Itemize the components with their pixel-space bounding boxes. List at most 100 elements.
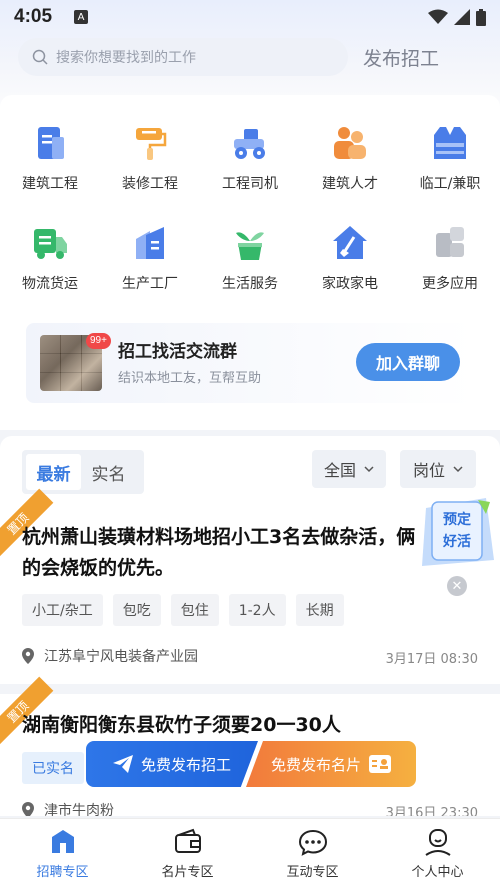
system-icons	[428, 8, 486, 26]
house-broom-icon	[333, 226, 367, 259]
category-factory[interactable]: 生产工厂	[100, 223, 200, 293]
category-label: 工程司机	[222, 176, 278, 192]
publish-job-button[interactable]: 免费发布招工	[86, 741, 258, 787]
category-label: 生产工厂	[122, 276, 178, 292]
category-decoration[interactable]: 装修工程	[100, 123, 200, 193]
category-building[interactable]: 建筑工程	[0, 123, 100, 193]
verified-tag: 已实名	[22, 752, 84, 784]
group-chat-card[interactable]: 99+ 招工找活交流群 结识本地工友，互帮互助 加入群聊	[26, 323, 474, 403]
publish-job-label: 免费发布招工	[140, 755, 231, 774]
search-row: 搜索你想要找到的工作 发布招工	[18, 38, 488, 76]
job-location-text: 津市牛肉粉	[44, 803, 114, 816]
nav-interact[interactable]: 互动专区	[250, 819, 375, 888]
divider	[0, 684, 500, 694]
user-icon	[424, 829, 451, 856]
tab-latest[interactable]: 最新	[26, 454, 81, 490]
nav-label: 互动专区	[286, 865, 339, 880]
job-location-text: 江苏阜宁风电装备产业园	[44, 649, 198, 665]
paint-roller-icon	[136, 128, 167, 160]
unread-badge: 99+	[86, 333, 111, 349]
search-input[interactable]: 搜索你想要找到的工作	[18, 38, 348, 76]
position-filter-label: 岗位	[412, 461, 445, 480]
job-tag: 包住	[170, 594, 219, 626]
float-line2: 好活	[442, 533, 471, 550]
wallet-icon	[174, 828, 201, 853]
truck-icon	[34, 229, 67, 259]
publish-job-link[interactable]: 发布招工	[363, 44, 439, 71]
category-label: 家政家电	[322, 276, 378, 292]
category-more[interactable]: 更多应用	[400, 223, 500, 293]
chevron-down-icon	[364, 466, 374, 473]
book-job-float[interactable]: 预定 好活	[418, 494, 494, 568]
more-icon	[436, 227, 464, 257]
category-label: 建筑人才	[322, 176, 378, 192]
job-title: 湖南衡阳衡东县砍竹子须要20一30人	[22, 714, 341, 736]
nav-label: 个人中心	[411, 865, 464, 880]
list-tabs: 最新 实名	[22, 450, 144, 494]
status-bar: 4:05 A	[0, 0, 500, 34]
job-tag: 包吃	[112, 594, 161, 626]
status-time: 4:05	[14, 6, 53, 27]
bottom-nav: 招聘专区 名片专区 互动专区 个人中心	[0, 818, 500, 888]
region-filter[interactable]: 全国	[312, 450, 386, 488]
publish-card-button[interactable]: 免费发布名片	[246, 741, 416, 787]
close-icon[interactable]: ✕	[447, 576, 467, 596]
category-driver[interactable]: 工程司机	[200, 123, 300, 193]
region-filter-label: 全国	[323, 461, 356, 480]
search-placeholder: 搜索你想要找到的工作	[56, 50, 196, 66]
job-tag: 小工/杂工	[22, 594, 103, 626]
join-group-button[interactable]: 加入群聊	[356, 343, 460, 381]
tab-verified[interactable]: 实名	[81, 454, 136, 490]
signal-icon	[454, 9, 470, 25]
battery-icon	[476, 8, 486, 26]
float-line1: 预定	[443, 511, 471, 528]
book-job-badge-icon: 预定 好活	[422, 498, 494, 566]
building-icon	[38, 127, 64, 159]
location-pin-icon	[22, 802, 34, 816]
id-card-icon	[369, 755, 391, 773]
job-tag: 1-2人	[228, 594, 286, 626]
tractor-icon	[234, 129, 265, 159]
job-tags: 已实名	[22, 752, 84, 784]
category-label: 建筑工程	[22, 176, 78, 192]
category-panel: 建筑工程 装修工程 工程司机 建筑人才 临工/兼职 物流货运 生产工厂 生活服务…	[0, 95, 500, 425]
nav-label: 招聘专区	[36, 865, 89, 880]
job-time: 3月17日 08:30	[385, 652, 478, 667]
category-life-service[interactable]: 生活服务	[200, 223, 300, 293]
factory-icon	[136, 227, 164, 259]
position-filter[interactable]: 岗位	[400, 450, 476, 488]
job-location: 江苏阜宁风电装备产业园	[22, 646, 198, 666]
category-logistics[interactable]: 物流货运	[0, 223, 100, 293]
nav-profile[interactable]: 个人中心	[375, 819, 500, 888]
publish-card-label: 免费发布名片	[270, 755, 361, 774]
group-subtitle: 结识本地工友，互帮互助	[118, 371, 262, 386]
category-label: 更多应用	[422, 276, 478, 292]
job-location: 津市牛肉粉	[22, 800, 114, 816]
location-pin-icon	[22, 648, 34, 664]
nav-cards[interactable]: 名片专区	[125, 819, 250, 888]
category-housekeeping[interactable]: 家政家电	[300, 223, 400, 293]
category-parttime[interactable]: 临工/兼职	[400, 123, 500, 193]
search-icon	[32, 49, 48, 65]
briefcase-icon	[51, 830, 74, 853]
nav-label: 名片专区	[161, 865, 214, 880]
paper-plane-icon	[112, 755, 133, 773]
category-label: 装修工程	[122, 176, 178, 192]
chat-bubble-icon	[298, 829, 327, 856]
fab-row: 免费发布招工 免费发布名片	[86, 741, 416, 787]
job-time: 3月16日 23:30	[385, 806, 478, 816]
category-label: 物流货运	[22, 276, 78, 292]
vest-icon	[434, 127, 466, 159]
workers-icon	[334, 127, 366, 159]
notification-icon: A	[74, 10, 89, 24]
job-tag: 长期	[295, 594, 344, 626]
plant-icon	[236, 232, 264, 260]
category-grid: 建筑工程 装修工程 工程司机 建筑人才 临工/兼职 物流货运 生产工厂 生活服务…	[0, 123, 500, 293]
category-talent[interactable]: 建筑人才	[300, 123, 400, 193]
nav-recruit[interactable]: 招聘专区	[0, 819, 125, 888]
group-title: 招工找活交流群	[118, 342, 237, 362]
category-label: 临工/兼职	[419, 176, 481, 192]
job-title: 杭州萧山装璜材料场地招小工3名去做杂活，俩的会烧饭的优先。	[22, 526, 416, 579]
wifi-icon	[428, 9, 448, 24]
chevron-down-icon	[453, 466, 463, 473]
